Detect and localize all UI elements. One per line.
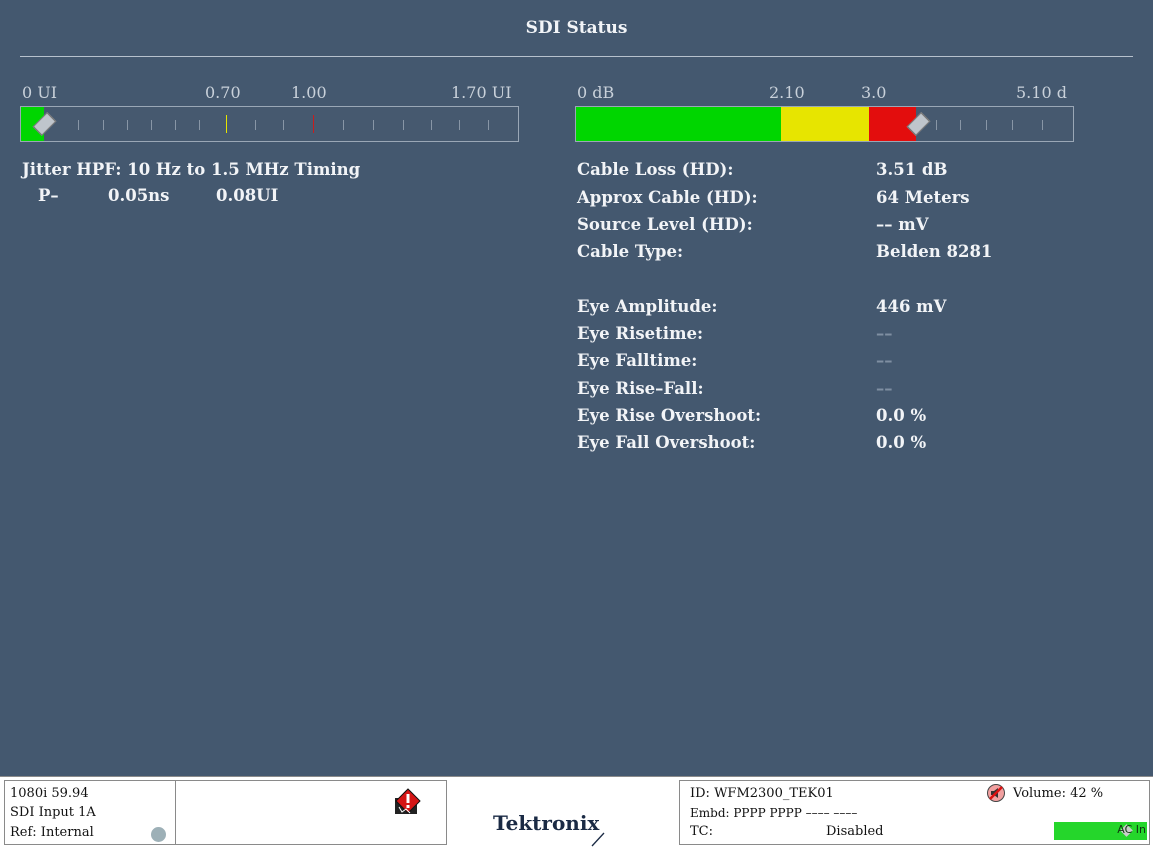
jitter-tick bbox=[151, 120, 152, 130]
cable-tick bbox=[960, 120, 961, 130]
eye-amplitude-value: 446 mV bbox=[876, 297, 947, 316]
alarm-panel[interactable] bbox=[175, 780, 447, 845]
jitter-warn-tick bbox=[226, 115, 227, 133]
jitter-scale-warn: 0.70 bbox=[205, 83, 241, 102]
sdi-input: SDI Input 1A bbox=[10, 805, 96, 820]
eye-rise-overshoot-label: Eye Rise Overshoot: bbox=[577, 406, 762, 425]
cable-scale-min: 0 dB bbox=[577, 83, 615, 102]
jitter-tick bbox=[488, 120, 489, 130]
input-status-panel[interactable]: 1080i 59.94 SDI Input 1A Ref: Internal bbox=[4, 780, 176, 845]
page-title: SDI Status bbox=[525, 18, 628, 38]
jitter-tick bbox=[199, 120, 200, 130]
logo-slash-icon bbox=[591, 832, 605, 847]
jitter-error-tick bbox=[313, 115, 314, 133]
jitter-channel: P– bbox=[38, 186, 59, 205]
source-level-label: Source Level (HD): bbox=[577, 215, 753, 234]
timecode-value: Disabled bbox=[826, 824, 884, 839]
cable-tick bbox=[986, 120, 987, 130]
eye-rise-overshoot-value: 0.0 % bbox=[876, 406, 927, 425]
cable-loss-meter bbox=[575, 106, 1074, 142]
status-bar: 1080i 59.94 SDI Input 1A Ref: Internal T… bbox=[0, 776, 1153, 848]
jitter-value-ui: 0.08UI bbox=[216, 186, 279, 205]
cable-meter-yellow-zone bbox=[781, 107, 869, 141]
jitter-tick bbox=[175, 120, 176, 130]
timecode-label: TC: bbox=[690, 824, 713, 839]
eye-fall-overshoot-value: 0.0 % bbox=[876, 433, 927, 452]
mute-speaker-icon[interactable] bbox=[986, 783, 1006, 803]
reference-source: Ref: Internal bbox=[10, 825, 94, 840]
ac-power-label: AC In bbox=[1117, 823, 1146, 836]
brand-logo: Tektronix bbox=[493, 811, 600, 835]
ac-power-indicator: AC In bbox=[1054, 822, 1147, 840]
cable-type-label: Cable Type: bbox=[577, 242, 684, 261]
jitter-tick bbox=[127, 120, 128, 130]
eye-fall-overshoot-label: Eye Fall Overshoot: bbox=[577, 433, 756, 452]
jitter-tick bbox=[343, 120, 344, 130]
approx-cable-value: 64 Meters bbox=[876, 188, 970, 207]
cable-type-value: Belden 8281 bbox=[876, 242, 993, 261]
cable-tick bbox=[936, 120, 937, 130]
jitter-meter bbox=[20, 106, 519, 142]
alarm-warning-icon[interactable] bbox=[394, 787, 422, 817]
ref-lock-indicator-icon bbox=[151, 827, 166, 842]
eye-amplitude-label: Eye Amplitude: bbox=[577, 297, 718, 316]
eye-risetime-value: –– bbox=[876, 324, 893, 343]
eye-falltime-label: Eye Falltime: bbox=[577, 351, 698, 370]
cable-tick bbox=[1042, 120, 1043, 130]
jitter-scale-max: 1.70 UI bbox=[451, 83, 512, 102]
approx-cable-label: Approx Cable (HD): bbox=[577, 188, 758, 207]
cable-scale-max: 5.10 d bbox=[1016, 83, 1067, 102]
jitter-tick bbox=[373, 120, 374, 130]
cable-loss-value: 3.51 dB bbox=[876, 160, 948, 179]
jitter-tick bbox=[283, 120, 284, 130]
title-divider bbox=[20, 56, 1133, 57]
cable-meter-green-zone bbox=[576, 107, 781, 141]
jitter-tick bbox=[403, 120, 404, 130]
volume-level: Volume: 42 % bbox=[1013, 786, 1104, 801]
eye-risetime-label: Eye Risetime: bbox=[577, 324, 704, 343]
jitter-scale-min: 0 UI bbox=[22, 83, 58, 102]
eye-falltime-value: –– bbox=[876, 351, 893, 370]
jitter-scale-error: 1.00 bbox=[291, 83, 327, 102]
instrument-id: ID: WFM2300_TEK01 bbox=[690, 786, 834, 801]
jitter-tick bbox=[459, 120, 460, 130]
video-format: 1080i 59.94 bbox=[10, 786, 89, 801]
embedded-audio-status: Embd: PPPP PPPP –––– –––– bbox=[690, 806, 858, 820]
jitter-tick bbox=[78, 120, 79, 130]
cable-scale-error: 3.0 bbox=[861, 83, 887, 102]
jitter-tick bbox=[103, 120, 104, 130]
instrument-info-panel[interactable]: ID: WFM2300_TEK01 Embd: PPPP PPPP –––– –… bbox=[679, 780, 1150, 845]
cable-loss-label: Cable Loss (HD): bbox=[577, 160, 734, 179]
jitter-tick bbox=[431, 120, 432, 130]
jitter-title: Jitter HPF: 10 Hz to 1.5 MHz Timing bbox=[22, 160, 361, 179]
jitter-value-ns: 0.05ns bbox=[108, 186, 170, 205]
eye-rise-fall-label: Eye Rise–Fall: bbox=[577, 379, 704, 398]
source-level-value: –– mV bbox=[876, 215, 929, 234]
cable-scale-warn: 2.10 bbox=[769, 83, 805, 102]
cable-tick bbox=[1012, 120, 1013, 130]
eye-rise-fall-value: –– bbox=[876, 379, 893, 398]
jitter-tick bbox=[255, 120, 256, 130]
